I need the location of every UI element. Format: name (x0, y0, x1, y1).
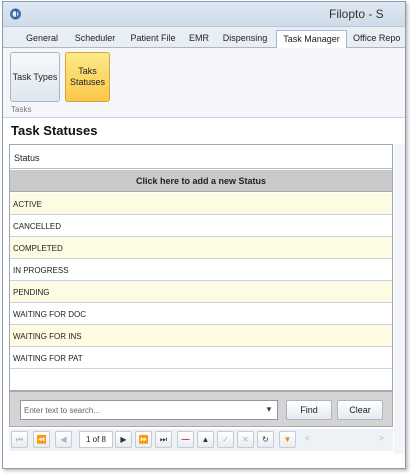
table-row[interactable]: WAITING FOR DOC (10, 303, 392, 325)
clear-button[interactable]: Clear (337, 400, 383, 420)
tab-office-reports[interactable]: Office Repo (353, 30, 405, 48)
task-statuses-button[interactable]: Taks Statuses (65, 52, 110, 102)
app-logo-icon (10, 8, 21, 20)
table-row[interactable]: ACTIVE (10, 193, 392, 215)
tab-scheduler[interactable]: Scheduler (70, 30, 120, 48)
search-placeholder: Enter text to search... (24, 406, 101, 415)
status-rows: ACTIVE CANCELLED COMPLETED IN PROGRESS P… (10, 193, 392, 369)
table-row[interactable]: CANCELLED (10, 215, 392, 237)
title-bar: Filopto - S (3, 2, 405, 27)
page-indicator: 1 of 8 (79, 431, 113, 448)
move-up-icon[interactable]: ▲ (197, 431, 214, 448)
ribbon-panel: Task Types Taks Statuses Tasks (3, 48, 405, 118)
data-navigator: ⏮ ⏪ ◀ 1 of 8 ▶ ⏩ ⏭ — ▲ ✓ ✕ ↻ ▼ < > (9, 429, 393, 451)
chevron-down-icon[interactable]: ▾ (264, 404, 274, 416)
find-button[interactable]: Find (286, 400, 332, 420)
check-icon[interactable]: ✓ (217, 431, 234, 448)
search-panel: Enter text to search... ▾ Find Clear (9, 391, 393, 427)
previous-record-icon[interactable]: ◀ (55, 431, 72, 448)
tab-emr[interactable]: EMR (186, 30, 212, 48)
next-record-icon[interactable]: ▶ (115, 431, 132, 448)
scroll-left-icon[interactable]: < (299, 431, 316, 448)
table-row[interactable]: WAITING FOR INS (10, 325, 392, 347)
table-row[interactable]: IN PROGRESS (10, 259, 392, 281)
refresh-icon[interactable]: ↻ (257, 431, 274, 448)
tab-dispensing[interactable]: Dispensing (219, 30, 271, 48)
add-new-status-row[interactable]: Click here to add a new Status (10, 170, 392, 192)
tab-patient-file[interactable]: Patient File (127, 30, 179, 48)
next-page-icon[interactable]: ⏩ (135, 431, 152, 448)
cancel-icon[interactable]: ✕ (237, 431, 254, 448)
tab-task-manager[interactable]: Task Manager (276, 30, 347, 49)
table-row[interactable]: COMPLETED (10, 237, 392, 259)
window-title: Filopto - S (329, 7, 384, 21)
tab-general[interactable]: General (21, 30, 63, 48)
search-input[interactable]: Enter text to search... ▾ (20, 400, 278, 420)
right-edge (394, 144, 405, 454)
table-row[interactable]: WAITING FOR PAT (10, 347, 392, 369)
page-title: Task Statuses (11, 123, 98, 138)
scroll-right-icon[interactable]: > (373, 431, 390, 448)
ribbon-tab-strip: General Scheduler Patient File EMR Dispe… (3, 27, 405, 49)
filter-icon[interactable]: ▼ (279, 431, 296, 448)
previous-page-icon[interactable]: ⏪ (33, 431, 50, 448)
last-page-icon[interactable]: ⏭ (155, 431, 172, 448)
first-page-icon[interactable]: ⏮ (11, 431, 28, 448)
ribbon-group-label: Tasks (11, 105, 32, 114)
task-types-button[interactable]: Task Types (10, 52, 60, 102)
app-window: Filopto - S General Scheduler Patient Fi… (2, 1, 406, 469)
status-grid: Status Click here to add a new Status AC… (9, 144, 393, 391)
table-row[interactable]: PENDING (10, 281, 392, 303)
delete-record-icon[interactable]: — (177, 431, 194, 448)
column-header-status[interactable]: Status (10, 145, 392, 169)
